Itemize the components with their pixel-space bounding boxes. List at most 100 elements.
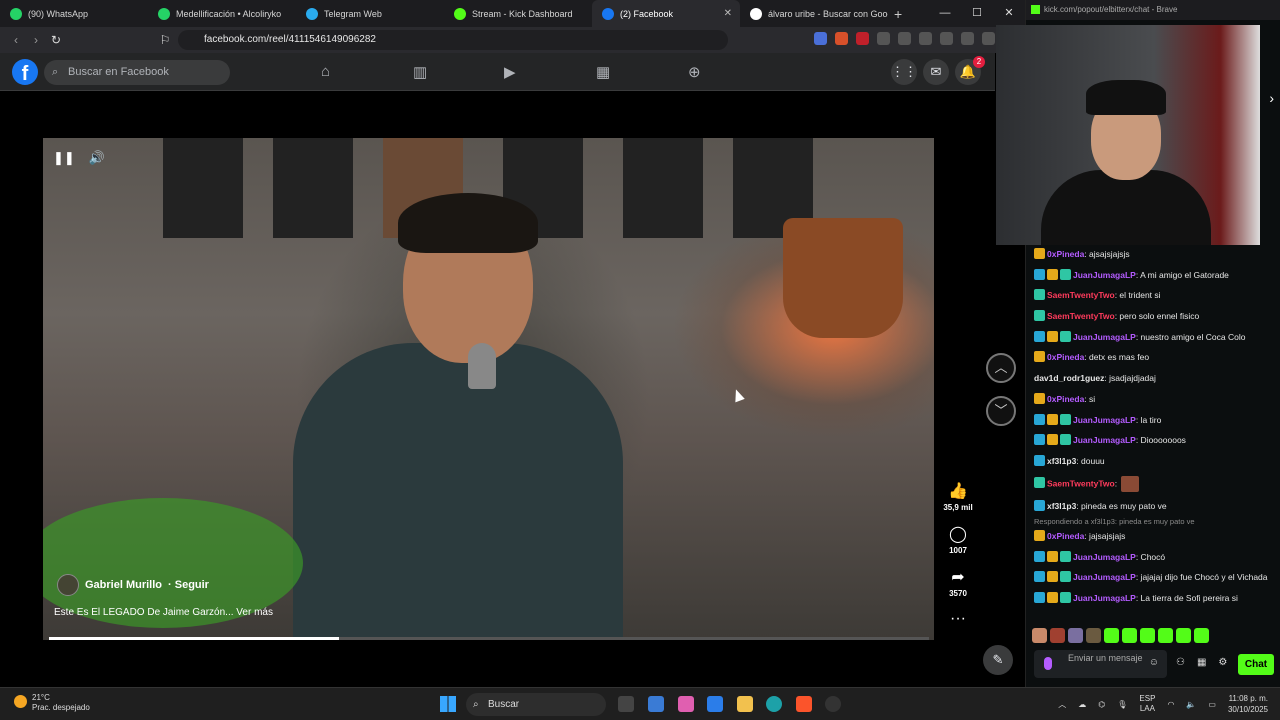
puzzle-icon[interactable] — [877, 32, 890, 45]
menu-grid-icon[interactable]: ⋮⋮ — [891, 59, 917, 85]
emote-icon[interactable] — [1068, 628, 1083, 643]
chat-username[interactable]: SaemTwentyTwo — [1047, 478, 1115, 488]
chat-message[interactable]: 0xPineda: jajsajsjajs — [1034, 529, 1274, 542]
chat-username[interactable]: dav1d_rodr1guez — [1034, 373, 1104, 383]
notifications-icon[interactable]: 🔔 2 — [955, 56, 985, 85]
chat-username[interactable]: JuanJumagaLP — [1073, 415, 1136, 425]
feeds-icon[interactable]: ▥ — [413, 63, 427, 81]
wifi-icon[interactable]: ◠ — [1167, 700, 1174, 709]
emote-icon[interactable] — [1086, 628, 1101, 643]
marketplace-icon[interactable]: ▦ — [596, 63, 610, 81]
follow-link[interactable]: · Seguir — [168, 579, 209, 591]
chat-username[interactable]: 0xPineda — [1047, 249, 1084, 259]
task-view-icon[interactable] — [618, 696, 634, 712]
chat-username[interactable]: SaemTwentyTwo — [1047, 290, 1115, 300]
store-icon[interactable]: ▦ — [1197, 657, 1206, 668]
chat-message[interactable]: dav1d_rodr1guez: jsadjajdjadaj — [1034, 372, 1274, 384]
chat-username[interactable]: JuanJumagaLP — [1073, 572, 1136, 582]
translate-icon[interactable] — [814, 32, 827, 45]
close-icon[interactable]: ✕ — [993, 0, 1025, 27]
minimize-icon[interactable]: — — [929, 0, 961, 27]
new-tab-icon[interactable]: + — [894, 6, 902, 22]
speaker-icon[interactable]: 🔈 — [1186, 700, 1196, 709]
compose-icon[interactable]: ✎ — [983, 645, 1013, 675]
reel-video[interactable]: ❚❚ 🔊 Gabriel Murillo · Seguir Este Es El… — [43, 138, 934, 640]
emote-icon[interactable] — [1176, 628, 1191, 643]
chat-message[interactable]: JuanJumagaLP: la tiro — [1034, 413, 1274, 426]
brave-icon[interactable] — [796, 696, 812, 712]
users-icon[interactable]: ⚇ — [1176, 657, 1185, 668]
browser-tab[interactable]: álvaro uribe - Buscar con Google — [740, 0, 888, 27]
avatar[interactable] — [57, 574, 79, 596]
previous-reel-button[interactable]: ︿ — [986, 353, 1016, 383]
close-tab-icon[interactable]: ✕ — [724, 8, 732, 19]
cloud-icon[interactable]: ☁ — [1078, 700, 1086, 709]
settings-icon[interactable]: ⚙ — [1218, 657, 1227, 668]
emote-icon[interactable] — [1122, 628, 1137, 643]
browser-tab[interactable]: (90) WhatsApp — [0, 0, 148, 27]
store-icon[interactable] — [707, 696, 723, 712]
chat-username[interactable]: JuanJumagaLP — [1073, 332, 1136, 342]
more-options-button[interactable]: ··· — [938, 610, 978, 628]
chat-message[interactable]: 0xPineda: ajsajsjajsjs — [1034, 248, 1274, 260]
chat-username[interactable]: JuanJumagaLP — [1073, 435, 1136, 445]
like-button[interactable]: 👍 35,9 mil — [938, 481, 978, 512]
chat-message[interactable]: SaemTwentyTwo: pero solo ennel fisico — [1034, 310, 1274, 322]
chat-username[interactable]: JuanJumagaLP — [1073, 593, 1136, 603]
emoji-icon[interactable]: ☺ — [1149, 658, 1159, 668]
chevron-right-icon[interactable]: › — [1269, 90, 1274, 106]
clock[interactable]: 11:08 p. m. 30/10/2025 — [1228, 693, 1268, 715]
browser-tab[interactable]: Medellificación • Alcoliryko — [148, 0, 296, 27]
leo-icon[interactable] — [961, 32, 974, 45]
wallet-icon[interactable] — [940, 32, 953, 45]
emote-icon[interactable] — [1104, 628, 1119, 643]
chat-message[interactable]: 0xPineda: si — [1034, 392, 1274, 405]
reload-icon[interactable]: ↻ — [46, 33, 66, 47]
chat-message[interactable]: JuanJumagaLP: La tierra de Sofi pereira … — [1034, 592, 1274, 604]
chat-username[interactable]: 0xPineda — [1047, 352, 1084, 362]
address-bar[interactable]: facebook.com/reel/4111546149096282 — [178, 30, 728, 50]
forward-icon[interactable]: › — [26, 33, 46, 47]
obs-icon[interactable] — [825, 696, 841, 712]
comment-button[interactable]: ◯ 1007 — [938, 524, 978, 555]
facebook-logo-icon[interactable]: f — [12, 59, 38, 85]
chat-username[interactable]: JuanJumagaLP — [1073, 270, 1136, 280]
messenger-icon[interactable]: ✉ — [923, 59, 949, 85]
microphone-icon[interactable] — [1044, 657, 1052, 670]
chat-message[interactable]: JuanJumagaLP: Diooooooos — [1034, 434, 1274, 446]
chat-username[interactable]: 0xPineda — [1047, 531, 1084, 541]
taskbar-search[interactable]: ⌕ Buscar — [466, 693, 606, 716]
chevron-up-icon[interactable]: ︿ — [1058, 699, 1066, 710]
edge-icon[interactable] — [766, 696, 782, 712]
media-icon[interactable] — [898, 32, 911, 45]
facebook-search-input[interactable]: ⌕ Buscar en Facebook — [44, 60, 230, 85]
maximize-icon[interactable]: ☐ — [961, 0, 993, 27]
home-icon[interactable]: ⌂ — [321, 63, 330, 80]
emote-icon[interactable] — [1194, 628, 1209, 643]
sidebar-icon[interactable] — [919, 32, 932, 45]
chat-message[interactable]: JuanJumagaLP: Chocó — [1034, 550, 1274, 563]
network-icon[interactable]: ⌬ — [1098, 700, 1105, 709]
windows-start-icon[interactable] — [440, 696, 456, 712]
chat-username[interactable]: JuanJumagaLP — [1073, 552, 1136, 562]
next-reel-button[interactable]: ﹀ — [986, 396, 1016, 426]
file-explorer-icon[interactable] — [737, 696, 753, 712]
share-button[interactable]: ➦ 3570 — [938, 567, 978, 598]
mic-icon[interactable]: 🎙 — [1117, 700, 1127, 709]
browser-tab[interactable]: Stream - Kick Dashboard — [444, 0, 592, 27]
chat-message[interactable]: SaemTwentyTwo: el trident si — [1034, 289, 1274, 301]
weather-widget[interactable]: 21°C Prac. despejado — [14, 693, 90, 713]
extension-icon[interactable] — [856, 32, 869, 45]
browser-tab[interactable]: Telegram Web — [296, 0, 444, 27]
pause-icon[interactable]: ❚❚ — [53, 150, 75, 170]
copilot-icon[interactable] — [678, 696, 694, 712]
chat-message[interactable]: xf3l1p3: douuu — [1034, 454, 1274, 467]
bookmark-icon[interactable]: ⚐ — [155, 33, 175, 47]
app-icon[interactable] — [648, 696, 664, 712]
chat-message-input[interactable]: Enviar un mensaje ☺ — [1034, 650, 1167, 678]
emote-icon[interactable] — [1140, 628, 1155, 643]
send-chat-button[interactable]: Chat — [1238, 654, 1274, 675]
chat-username[interactable]: 0xPineda — [1047, 394, 1084, 404]
chat-message[interactable]: JuanJumagaLP: nuestro amigo el Coca Colo — [1034, 330, 1274, 343]
chat-message[interactable]: JuanJumagaLP: jajajaj dijo fue Chocó y e… — [1034, 571, 1274, 583]
